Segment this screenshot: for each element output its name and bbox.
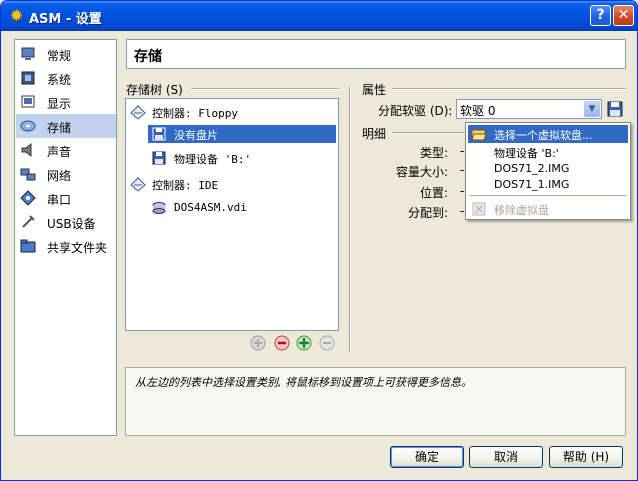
- floppy-dropdown-menu: 选择一个虚拟软盘... 物理设备 'B:' DOS71_2.IMG DOS71_…: [465, 122, 631, 220]
- eject-icon: [472, 202, 486, 216]
- floppy-icon: [152, 151, 166, 165]
- controller-icon: [130, 177, 146, 192]
- details-label: 明细: [362, 127, 387, 141]
- monitor-icon: [21, 47, 35, 60]
- title-bar[interactable]: ✹ ASM - 设置 ? ✕: [1, 1, 637, 31]
- attributes-label: 属性: [362, 83, 387, 97]
- floppy-drive-value: 软驱 0: [460, 104, 496, 118]
- menu-item-label: 物理设备 'B:': [494, 147, 559, 160]
- settings-category-list: 常规 系统 显示 存储 声音 网络 串口 USB设备 共享文件夹: [14, 39, 117, 436]
- tree-physical-drive-b[interactable]: 物理设备 'B:': [148, 149, 336, 167]
- divider: [392, 132, 466, 134]
- nav-item-label: 串口: [47, 193, 72, 207]
- info-text: 从左边的列表中选择设置类别, 将鼠标移到设置项上可获得更多信息。: [135, 376, 472, 389]
- menu-dos71-1[interactable]: DOS71_1.IMG: [468, 176, 628, 194]
- nav-item-system[interactable]: 系统: [16, 66, 116, 90]
- help-title-button[interactable]: ?: [590, 5, 611, 26]
- nav-item-label: 存储: [47, 121, 72, 135]
- type-value: -: [460, 144, 465, 158]
- nav-item-label: 共享文件夹: [47, 241, 108, 255]
- nav-item-storage[interactable]: 存储: [16, 114, 116, 138]
- display-icon: [21, 95, 35, 108]
- serial-port-icon: [20, 190, 36, 206]
- menu-item-label: DOS71_2.IMG: [494, 162, 570, 175]
- attached-to-value: -: [460, 204, 465, 218]
- tree-empty-floppy[interactable]: 没有盘片: [148, 125, 336, 143]
- add-attachment-icon[interactable]: [296, 335, 312, 351]
- gear-icon: ✹: [9, 6, 24, 25]
- choose-disk-icon[interactable]: [606, 100, 624, 118]
- chevron-down-icon[interactable]: ▼: [584, 101, 600, 117]
- menu-item-label: 移除虚拟盘: [494, 204, 549, 217]
- menu-choose-virtual-floppy[interactable]: 选择一个虚拟软盘...: [468, 125, 628, 143]
- disk-icon: [20, 120, 36, 132]
- speaker-icon: [21, 142, 32, 158]
- chip-icon: [21, 71, 35, 85]
- floppy-drive-label: 分配软驱 (D):: [378, 104, 453, 118]
- nav-item-label: 显示: [47, 97, 72, 111]
- ok-button[interactable]: 确定: [390, 446, 464, 468]
- remove-attachment-icon[interactable]: [319, 335, 335, 351]
- controller-icon: [130, 105, 146, 120]
- location-value: -: [460, 184, 465, 198]
- tree-controller-floppy[interactable]: 控制器: Floppy: [130, 103, 330, 121]
- cancel-button[interactable]: 取消: [469, 446, 543, 468]
- nav-item-label: 网络: [47, 169, 72, 183]
- nav-item-general[interactable]: 常规: [16, 42, 116, 66]
- help-button[interactable]: 帮助 (H): [549, 446, 623, 468]
- add-controller-icon[interactable]: [250, 335, 266, 351]
- tree-row-label: 控制器: IDE: [152, 179, 219, 192]
- nav-item-label: 声音: [47, 145, 72, 159]
- info-panel: 从左边的列表中选择设置类别, 将鼠标移到设置项上可获得更多信息。: [125, 367, 626, 436]
- page-header: 存储: [126, 39, 626, 69]
- location-label: 位置:: [420, 186, 449, 200]
- divider: [349, 86, 351, 352]
- tree-row-label: 物理设备 'B:': [174, 153, 252, 166]
- nav-item-label: USB设备: [47, 217, 96, 231]
- menu-item-label: 选择一个虚拟软盘...: [494, 129, 593, 142]
- size-value: -: [460, 163, 465, 177]
- remove-controller-icon[interactable]: [274, 335, 290, 351]
- tree-row-label: DOS4ASM.vdi: [174, 201, 247, 214]
- floppy-icon: [152, 127, 166, 141]
- nav-item-serial-ports[interactable]: 串口: [16, 186, 116, 210]
- nav-item-shared-folders[interactable]: 共享文件夹: [16, 234, 116, 258]
- menu-remove-virtual-disk[interactable]: 移除虚拟盘: [468, 200, 628, 218]
- usb-icon: [22, 215, 35, 228]
- menu-separator: [470, 195, 626, 196]
- nav-item-audio[interactable]: 声音: [16, 138, 116, 162]
- nav-item-label: 常规: [47, 49, 72, 63]
- floppy-drive-select[interactable]: 软驱 0 ▼: [456, 99, 602, 119]
- nav-item-usb[interactable]: USB设备: [16, 210, 116, 234]
- network-icon: [20, 168, 36, 181]
- tree-disk-dos4asm[interactable]: DOS4ASM.vdi: [148, 199, 336, 217]
- storage-tree-label: 存储树 (S): [126, 83, 183, 97]
- page-title: 存储: [134, 49, 162, 65]
- folder-icon: [20, 239, 36, 253]
- tree-row-label: 控制器: Floppy: [152, 107, 238, 120]
- tree-controller-ide[interactable]: 控制器: IDE: [130, 175, 330, 193]
- divider: [191, 88, 339, 90]
- divider: [392, 88, 626, 90]
- nav-item-display[interactable]: 显示: [16, 90, 116, 114]
- size-label: 容量大小:: [396, 165, 449, 179]
- window-title: ASM - 设置: [29, 12, 102, 27]
- menu-physical-drive-b[interactable]: 物理设备 'B:': [468, 143, 628, 161]
- nav-item-network[interactable]: 网络: [16, 162, 116, 186]
- tree-row-label: 没有盘片: [174, 129, 218, 142]
- close-button[interactable]: ✕: [613, 5, 634, 26]
- nav-item-label: 系统: [47, 73, 72, 87]
- folder-open-icon: [471, 129, 487, 141]
- type-label: 类型:: [420, 146, 449, 160]
- settings-window: ✹ ASM - 设置 ? ✕ 常规 系统 显示 存储 声音 网络 串口 USB设…: [0, 0, 638, 481]
- menu-item-label: DOS71_1.IMG: [494, 178, 570, 191]
- hard-disk-icon: [152, 202, 166, 214]
- storage-tree[interactable]: 控制器: Floppy 没有盘片 物理设备 'B:' 控制器: IDE DOS4…: [125, 98, 339, 331]
- attached-to-label: 分配到:: [408, 206, 449, 220]
